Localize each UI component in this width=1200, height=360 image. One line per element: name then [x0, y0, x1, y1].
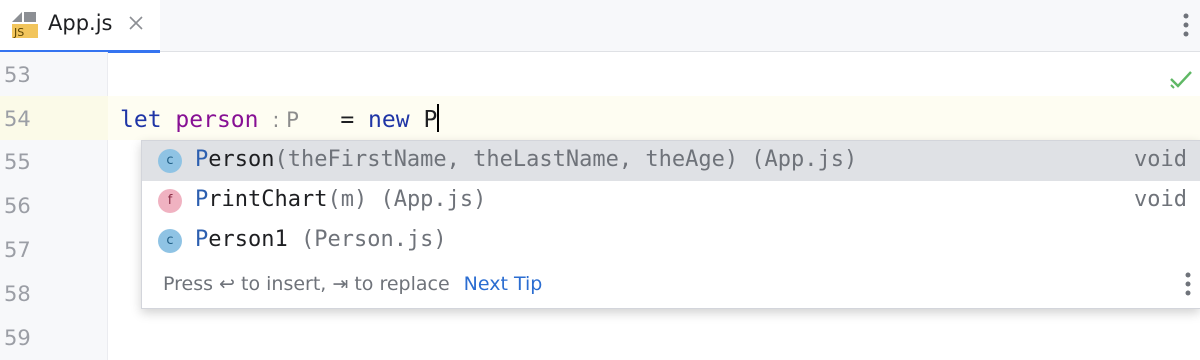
item-name: erson	[208, 147, 275, 172]
js-file-icon: JS	[12, 12, 38, 39]
insert-replace-hint: Press ↩ to insert, ⇥ to replace	[163, 273, 450, 295]
completion-item[interactable]: c Person1 (Person.js)	[142, 221, 1200, 261]
match-text: P	[195, 147, 209, 172]
class-icon: c	[158, 229, 182, 253]
completion-item-text: Person1 (Person.js)	[195, 227, 447, 252]
line-number: 58	[4, 282, 31, 306]
return-type: void	[1134, 147, 1187, 172]
completion-item-text: Person(theFirstName, theLastName, theAge…	[195, 147, 857, 172]
check-icon[interactable]	[1168, 66, 1194, 92]
class-icon: c	[158, 149, 182, 173]
next-tip-link[interactable]: Next Tip	[464, 273, 543, 295]
item-params: (Person.js)	[287, 227, 447, 252]
type-hint: : P	[272, 108, 299, 132]
svg-text:JS: JS	[13, 26, 24, 39]
line-number: 59	[4, 326, 31, 350]
match-text: P	[195, 227, 209, 252]
line-number: 53	[4, 63, 31, 87]
completion-footer: Press ↩ to insert, ⇥ to replace Next Tip	[163, 273, 542, 295]
line-number: 55	[4, 150, 31, 174]
line-number: 57	[4, 238, 31, 262]
function-icon: f	[158, 189, 182, 213]
completion-item[interactable]: c Person(theFirstName, theLastName, theA…	[142, 141, 1200, 181]
completion-item[interactable]: f PrintChart(m) (App.js) void	[142, 181, 1200, 221]
match-text: P	[195, 187, 209, 212]
typed-text: P	[423, 107, 438, 133]
editor-tab-bar: JS App.js	[0, 0, 1200, 53]
equals-sign: =	[340, 107, 355, 133]
more-options-icon[interactable]	[1184, 271, 1192, 297]
variable-name: person	[175, 107, 259, 133]
keyword-let: let	[120, 107, 162, 133]
item-params: (theFirstName, theLastName, theAge) (App…	[274, 147, 858, 172]
item-params: (m) (App.js)	[327, 187, 487, 212]
keyword-new: new	[368, 107, 410, 133]
line-number: 56	[4, 194, 31, 218]
text-caret	[437, 104, 440, 132]
return-type: void	[1134, 187, 1187, 212]
code-line-54[interactable]: let person : P = new P	[120, 104, 440, 134]
tab-app-js[interactable]: JS App.js	[0, 0, 160, 53]
item-name: rintChart	[208, 187, 328, 212]
code-completion-popup: c Person(theFirstName, theLastName, theA…	[141, 140, 1200, 309]
line-number: 54	[4, 107, 31, 131]
tab-label: App.js	[48, 11, 113, 35]
item-name: erson1	[208, 227, 288, 252]
more-options-icon[interactable]	[1182, 12, 1190, 38]
completion-item-text: PrintChart(m) (App.js)	[195, 187, 486, 212]
close-icon[interactable]	[126, 13, 146, 33]
